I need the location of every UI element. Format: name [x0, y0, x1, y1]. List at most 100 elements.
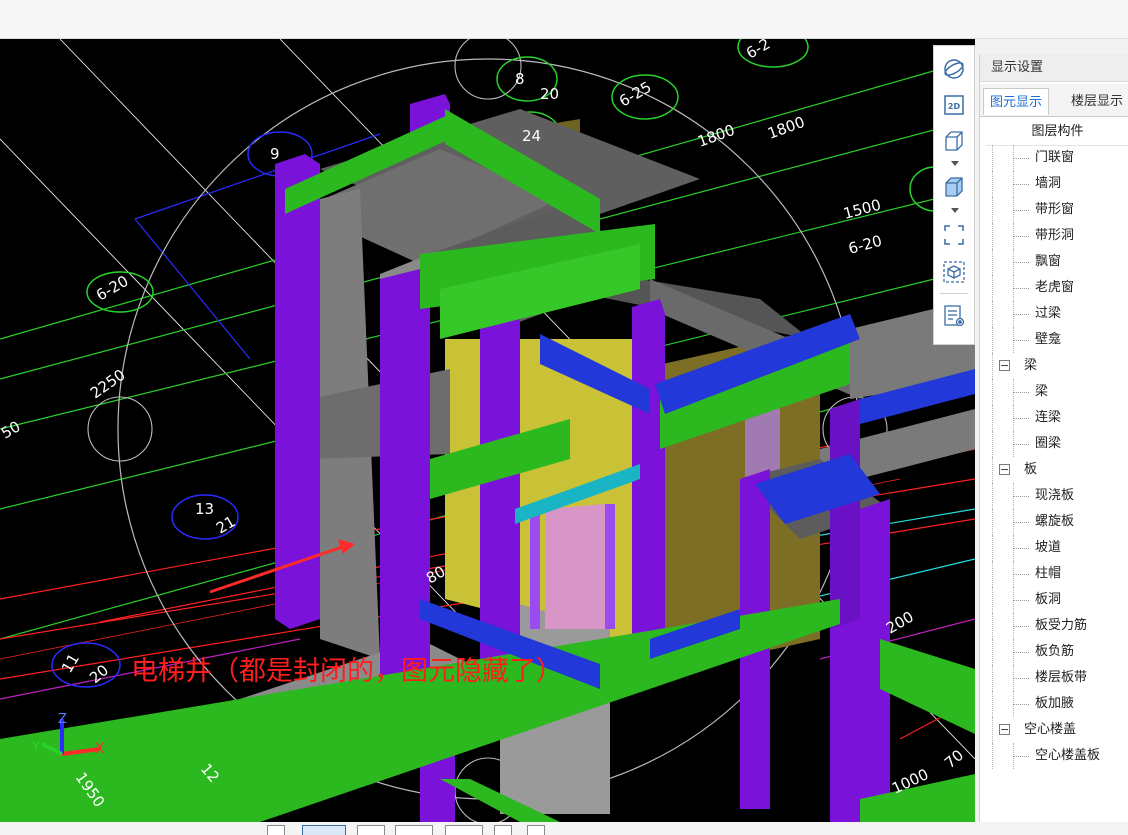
display-list-icon[interactable] [941, 303, 967, 329]
tree-item[interactable]: 柱帽 [986, 561, 1128, 587]
cad-axis-label: 20 [86, 661, 112, 687]
fit-view-icon[interactable] [941, 222, 967, 248]
tree-item[interactable]: 壁龛 [986, 327, 1128, 353]
tree-connector-line [1013, 444, 1029, 445]
tree-guide-line [992, 301, 993, 327]
cad-axis-label: 11 [58, 650, 83, 676]
tree-item-label: 空心楼盖板 [1035, 748, 1101, 763]
tree-item[interactable]: 楼层板带 [986, 665, 1128, 691]
grid-tool-icon[interactable] [395, 825, 433, 835]
bottom-toolbar [0, 822, 1128, 835]
tree-item-label: 楼层板带 [1035, 670, 1088, 685]
tree-item[interactable]: 带形洞 [986, 223, 1128, 249]
tree-guide-line [992, 535, 993, 561]
tree-connector-line [1013, 184, 1029, 185]
toolbar-divider [940, 293, 968, 294]
tab-element-display[interactable]: 图元显示 [983, 88, 1050, 115]
tree-connector-line [1013, 756, 1029, 757]
tree-item-label: 坡道 [1035, 540, 1062, 555]
collapse-toggle-icon[interactable]: − [999, 724, 1010, 735]
orbit-icon[interactable] [941, 56, 967, 82]
tree-group-item[interactable]: − 梁 [986, 353, 1128, 379]
tree-item[interactable]: 带形窗 [986, 197, 1128, 223]
y-axis-label: Y [31, 740, 40, 755]
cad-axis-label: 20 [540, 85, 559, 103]
tree-item-label: 板负筋 [1035, 644, 1075, 659]
tree-item-label: 板受力筋 [1035, 618, 1088, 633]
cube-target-icon[interactable] [941, 259, 967, 285]
cad-axis-label: 13 [195, 500, 214, 518]
tree-guide-line [992, 509, 993, 535]
tree-group-item[interactable]: − 空心楼盖 [986, 717, 1128, 743]
tree-connector-line [1013, 704, 1029, 705]
tree-item-label: 带形洞 [1035, 228, 1075, 243]
tree-item-label: 板 [1024, 462, 1038, 477]
tree-guide-line [992, 717, 993, 743]
select-tool-icon[interactable] [267, 825, 285, 835]
tree-guide-line [992, 665, 993, 691]
tree-guide-line [992, 249, 993, 275]
tree-group-item[interactable]: − 板 [986, 457, 1128, 483]
tree-item[interactable]: 墙洞 [986, 171, 1128, 197]
tree-item[interactable]: 连梁 [986, 405, 1128, 431]
tree-item[interactable]: 过梁 [986, 301, 1128, 327]
tree-connector-line [1013, 210, 1029, 211]
tree-item-label: 圈梁 [1035, 436, 1062, 451]
square-tool-icon[interactable] [494, 825, 512, 835]
3d-model-viewport[interactable]: 1800 1800 2250 200 1000 1950 70 50 8 20 … [0, 39, 975, 822]
view-3d-box-icon[interactable] [941, 128, 967, 154]
tree-item[interactable]: 老虎窗 [986, 275, 1128, 301]
view-3d-box-shaded-icon[interactable] [941, 174, 967, 200]
tree-item[interactable]: 板受力筋 [986, 613, 1128, 639]
tree-item-label: 门联窗 [1035, 150, 1075, 165]
tree-item[interactable]: 坡道 [986, 535, 1128, 561]
elevator-shaft-annotation: 电梯井（都是封闭的，图元隐藏了） [131, 656, 563, 687]
tree-item[interactable]: 螺旋板 [986, 509, 1128, 535]
active-tool-icon[interactable] [302, 825, 346, 835]
tree-item[interactable]: 板加腋 [986, 691, 1128, 717]
tree-item[interactable]: 门联窗 [986, 145, 1128, 171]
tree-item-label: 空心楼盖 [1024, 722, 1077, 737]
cad-axis-label: 8 [515, 70, 525, 88]
tree-connector-line [1013, 262, 1029, 263]
tree-item[interactable]: 板负筋 [986, 639, 1128, 665]
tab-floor-display[interactable]: 楼层显示 [1065, 88, 1128, 115]
chevron-down-icon[interactable] [951, 161, 959, 167]
svg-text:2D: 2D [948, 102, 961, 111]
tree-guide-line [992, 613, 993, 639]
collapse-toggle-icon[interactable]: − [999, 360, 1010, 371]
tree-item[interactable]: 圈梁 [986, 431, 1128, 457]
tree-item[interactable]: 飘窗 [986, 249, 1128, 275]
tree-guide-line [992, 171, 993, 197]
tree-connector-line [1013, 418, 1029, 419]
tree-connector-line [1013, 158, 1029, 159]
panel-tabs: 图元显示 楼层显示 [980, 84, 1128, 117]
chevron-down-icon[interactable] [951, 208, 959, 214]
tree-connector-line [1013, 626, 1029, 627]
tree-guide-line [992, 457, 993, 483]
tree-item-label: 过梁 [1035, 306, 1062, 321]
view-2d-icon[interactable]: 2D [941, 92, 967, 118]
view-toolbar: 2D [933, 45, 975, 345]
tree-item[interactable]: 空心楼盖板 [986, 743, 1128, 769]
tree-item-label: 板洞 [1035, 592, 1062, 607]
tree-item-label: 飘窗 [1035, 254, 1062, 269]
cad-dimension-label: 50 [0, 417, 24, 442]
tree-item-label: 老虎窗 [1035, 280, 1075, 295]
collapse-toggle-icon[interactable]: − [999, 464, 1010, 475]
tree-connector-line [1013, 522, 1029, 523]
tree-item-label: 连梁 [1035, 410, 1062, 425]
tree-item[interactable]: 梁 [986, 379, 1128, 405]
cad-axis-label: 6-25 [616, 78, 654, 111]
cross-tool-icon[interactable] [357, 825, 385, 835]
tree-header: 图层构件 [986, 119, 1128, 146]
angle-tool-icon[interactable] [527, 825, 545, 835]
tree-guide-line [992, 379, 993, 405]
tree-guide-line [992, 405, 993, 431]
tree-item[interactable]: 板洞 [986, 587, 1128, 613]
top-toolbar [0, 0, 1128, 39]
snap-tool-icon[interactable] [445, 825, 483, 835]
tree-guide-line [992, 431, 993, 457]
tree-item[interactable]: 现浇板 [986, 483, 1128, 509]
tree-guide-line [992, 587, 993, 613]
